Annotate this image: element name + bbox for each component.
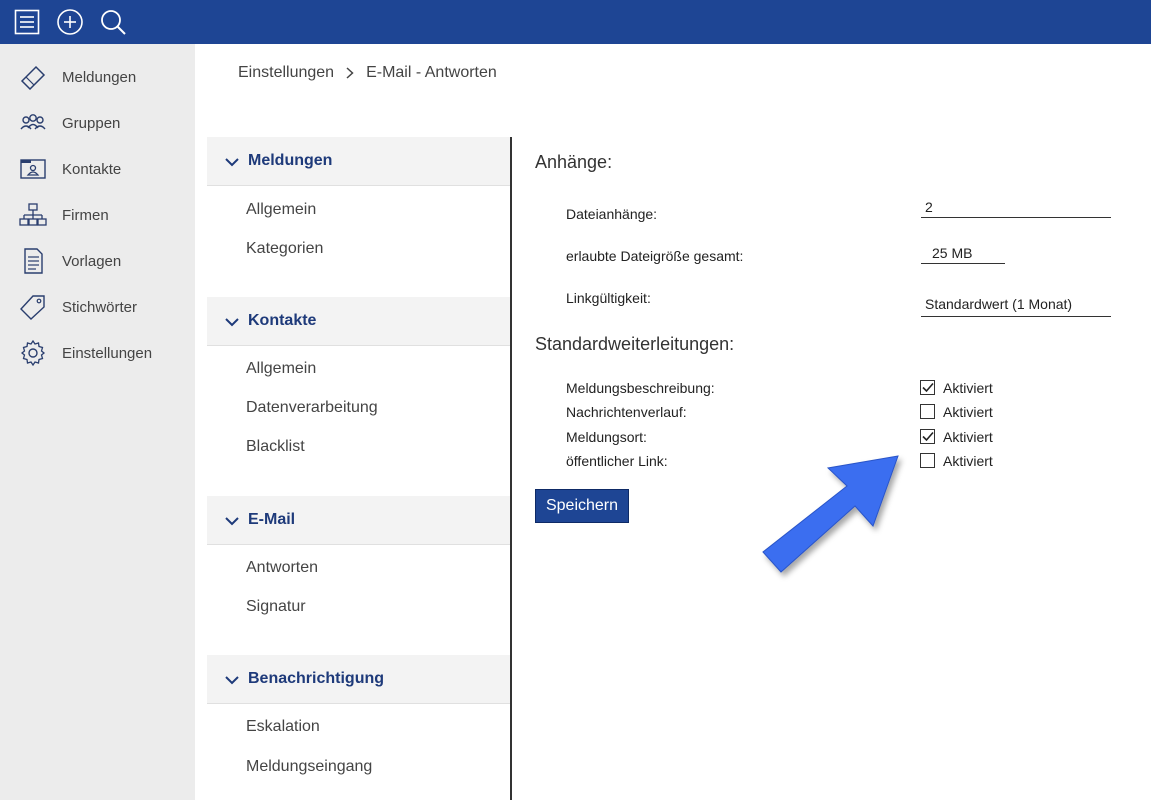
forward-description-checkbox[interactable]: [920, 380, 935, 395]
forward-public-link-option[interactable]: Aktiviert: [943, 453, 993, 469]
top-bar: [0, 0, 1151, 44]
submenu-group-title: Kontakte: [248, 312, 317, 329]
submenu-item[interactable]: Signatur: [246, 598, 306, 616]
nav-label: Einstellungen: [62, 344, 153, 362]
link-validity-select[interactable]: Standardwert (1 Monat): [921, 293, 1111, 317]
breadcrumb-parent[interactable]: Einstellungen: [238, 64, 334, 82]
forward-description-label: Meldungsbeschreibung:: [566, 380, 715, 396]
submenu-group-title: Meldungen: [248, 152, 333, 169]
total-filesize-label: erlaubte Dateigröße gesamt:: [566, 248, 744, 264]
submenu-item[interactable]: Allgemein: [246, 201, 316, 219]
attachments-count-input[interactable]: [921, 196, 1111, 218]
forward-location-checkbox[interactable]: [920, 429, 935, 444]
forward-description-option[interactable]: Aktiviert: [943, 380, 993, 396]
submenu-item[interactable]: Meldungseingang: [246, 758, 372, 776]
checkmark-icon: [921, 431, 934, 442]
attachments-section-title: Anhänge:: [535, 152, 613, 172]
chevron-right-icon: [346, 67, 354, 79]
vertical-divider: [510, 137, 512, 800]
submenu-item[interactable]: Blacklist: [246, 438, 305, 456]
nav-label: Stichwörter: [62, 298, 138, 316]
gear-icon: [19, 340, 47, 366]
submenu-group-title: Benachrichtigung: [248, 670, 385, 687]
contact-card-icon: [19, 156, 47, 182]
search-icon[interactable]: [98, 7, 128, 37]
org-chart-icon: [19, 202, 47, 228]
chevron-down-icon: [225, 672, 239, 690]
submenu-item[interactable]: Allgemein: [246, 360, 316, 378]
submenu-item[interactable]: Datenverarbeitung: [246, 399, 378, 417]
forward-history-label: Nachrichtenverlauf:: [566, 404, 687, 420]
submenu-item[interactable]: Eskalation: [246, 718, 320, 736]
breadcrumb-current: E-Mail - Antworten: [366, 64, 497, 81]
submenu-group-kontakte[interactable]: Kontakte: [207, 297, 510, 346]
group-icon: [19, 110, 47, 136]
document-icon: [19, 248, 47, 274]
annotation-arrow-icon: [762, 455, 899, 573]
nav-label: Meldungen: [62, 68, 137, 86]
submenu-group-benachrichtigung[interactable]: Benachrichtigung: [207, 655, 510, 704]
forward-location-label: Meldungsort:: [566, 429, 647, 445]
ticket-icon: [19, 64, 47, 90]
forward-history-checkbox[interactable]: [920, 404, 935, 419]
add-circle-icon[interactable]: [55, 7, 85, 37]
link-validity-label: Linkgültigkeit:: [566, 290, 651, 306]
forward-history-option[interactable]: Aktiviert: [943, 404, 993, 420]
chevron-down-icon: [225, 154, 239, 172]
nav-item-vorlagen[interactable]: Vorlagen: [0, 241, 195, 281]
hamburger-menu-icon[interactable]: [12, 7, 42, 37]
submenu-item-antworten[interactable]: Antworten: [246, 559, 318, 577]
nav-item-einstellungen[interactable]: Einstellungen: [0, 333, 195, 373]
total-filesize-input[interactable]: [921, 242, 1005, 264]
forwarding-section-title: Standardweiterleitungen:: [535, 334, 735, 354]
forward-location-option[interactable]: Aktiviert: [943, 429, 993, 445]
nav-item-stichwoerter[interactable]: Stichwörter: [0, 287, 195, 327]
nav-label: Vorlagen: [62, 252, 122, 270]
chevron-down-icon: [225, 314, 239, 332]
nav-label: Gruppen: [62, 114, 121, 132]
tag-icon: [19, 294, 47, 320]
submenu-group-title: E-Mail: [248, 511, 296, 528]
nav-item-gruppen[interactable]: Gruppen: [0, 103, 195, 143]
submenu-group-email[interactable]: E-Mail: [207, 496, 510, 545]
nav-item-meldungen[interactable]: Meldungen: [0, 57, 195, 97]
submenu-item[interactable]: Kategorien: [246, 240, 323, 258]
forward-public-link-checkbox[interactable]: [920, 453, 935, 468]
attachments-count-label: Dateianhänge:: [566, 206, 658, 222]
checkmark-icon: [921, 382, 934, 393]
forward-public-link-label: öffentlicher Link:: [566, 453, 668, 469]
nav-item-firmen[interactable]: Firmen: [0, 195, 195, 235]
nav-item-kontakte[interactable]: Kontakte: [0, 149, 195, 189]
chevron-down-icon: [225, 513, 239, 531]
nav-label: Firmen: [62, 206, 109, 224]
save-button[interactable]: Speichern: [535, 489, 629, 523]
breadcrumb: Einstellungen E-Mail - Antworten: [238, 62, 497, 84]
nav-label: Kontakte: [62, 160, 122, 178]
submenu-group-meldungen[interactable]: Meldungen: [207, 137, 510, 186]
left-navigation: Meldungen Gruppen Kontakte Firmen Vorlag…: [0, 44, 195, 800]
